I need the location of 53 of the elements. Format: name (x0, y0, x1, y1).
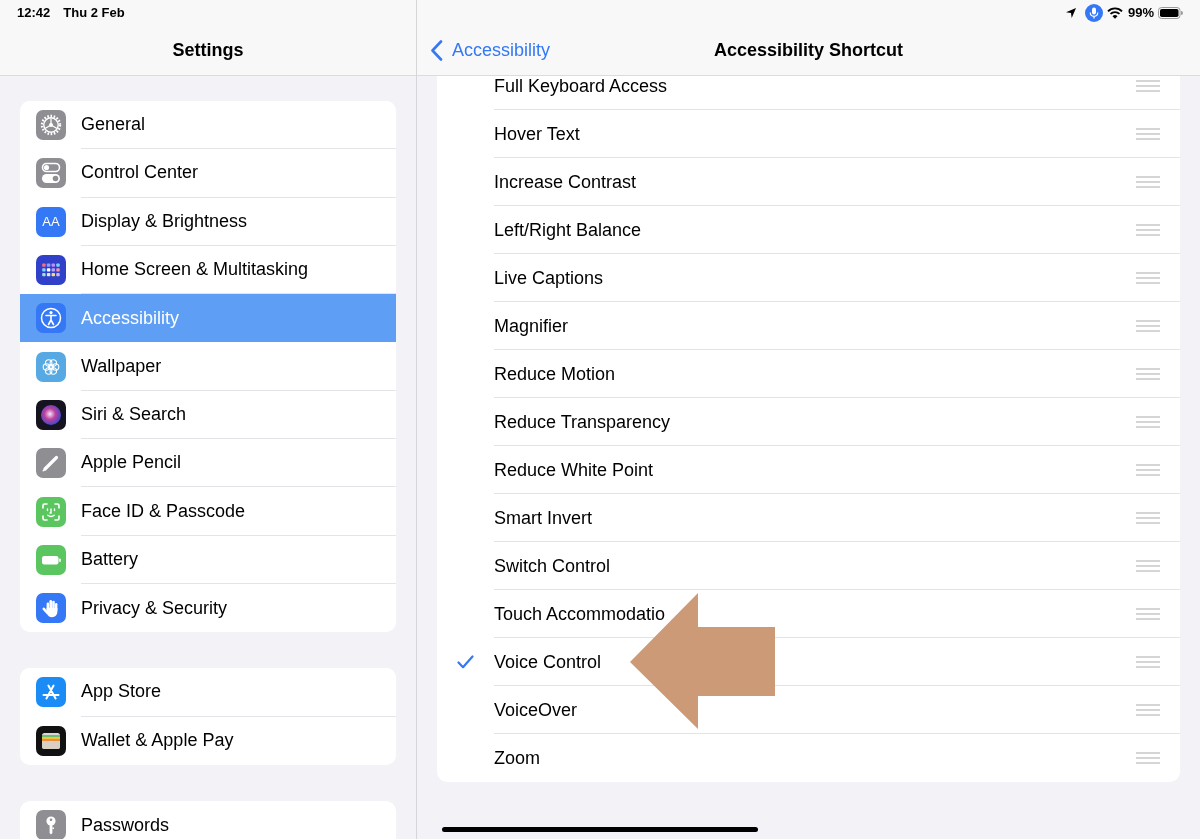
orb-icon (36, 399, 66, 430)
key-icon (36, 810, 66, 839)
pencil-icon (36, 448, 66, 479)
shortcut-option[interactable]: Hover Text (437, 110, 1180, 158)
shortcut-option[interactable]: Full Keyboard Access (437, 76, 1180, 110)
shortcut-option[interactable]: Reduce Transparency (437, 398, 1180, 446)
flower-icon (36, 351, 66, 382)
wifi-icon (1106, 7, 1123, 19)
app-grid-icon (36, 255, 66, 286)
drag-handle-icon[interactable] (1136, 223, 1160, 236)
chevron-left-icon (430, 40, 443, 61)
sidebar-title: Settings (172, 39, 244, 62)
shortcut-option[interactable]: Reduce Motion (437, 350, 1180, 398)
back-button[interactable]: Accessibility (417, 37, 551, 64)
shortcut-option[interactable]: Live Captions (437, 254, 1180, 302)
status-time: 12:42 (17, 4, 51, 23)
status-date: Thu 2 Feb (63, 4, 125, 23)
drag-handle-icon[interactable] (1136, 127, 1160, 140)
battery-icon (36, 544, 66, 575)
drag-handle-icon[interactable] (1136, 607, 1160, 620)
text-size-icon: AA (36, 206, 66, 237)
face-scan-icon (36, 496, 66, 527)
checkmark-icon (457, 655, 474, 669)
shortcut-option[interactable]: Magnifier (437, 302, 1180, 350)
location-arrow-icon (1065, 8, 1076, 18)
toggles-icon (36, 158, 66, 189)
drag-handle-icon[interactable] (1136, 752, 1160, 764)
wallet-icon (36, 725, 66, 756)
drag-handle-icon[interactable] (1136, 511, 1160, 524)
shortcut-option[interactable]: Zoom (437, 734, 1180, 782)
battery-percent: 99% (1127, 4, 1154, 23)
drag-handle-icon[interactable] (1136, 655, 1160, 668)
drag-handle-icon[interactable] (1136, 367, 1160, 380)
drag-handle-icon[interactable] (1136, 271, 1160, 284)
drag-handle-icon[interactable] (1136, 559, 1160, 572)
drag-handle-icon[interactable] (1136, 175, 1160, 188)
drag-handle-icon[interactable] (1136, 79, 1160, 92)
accessibility-icon (36, 303, 66, 334)
shortcut-option[interactable]: Switch Control (437, 542, 1180, 590)
drag-handle-icon[interactable] (1136, 319, 1160, 332)
drag-handle-icon[interactable] (1136, 415, 1160, 428)
shortcut-option[interactable]: Left/Right Balance (437, 206, 1180, 254)
drag-handle-icon[interactable] (1136, 463, 1160, 476)
app-store-icon (36, 677, 66, 708)
drag-handle-icon[interactable] (1136, 703, 1160, 716)
page-title: Accessibility Shortcut (713, 39, 904, 62)
battery-icon (1158, 7, 1183, 19)
shortcut-option[interactable]: Increase Contrast (437, 158, 1180, 206)
hand-icon (36, 593, 66, 624)
gear-icon (36, 110, 66, 141)
shortcut-option[interactable]: Reduce White Point (437, 446, 1180, 494)
shortcut-option[interactable]: Smart Invert (437, 494, 1180, 542)
microphone-icon (1084, 4, 1103, 22)
